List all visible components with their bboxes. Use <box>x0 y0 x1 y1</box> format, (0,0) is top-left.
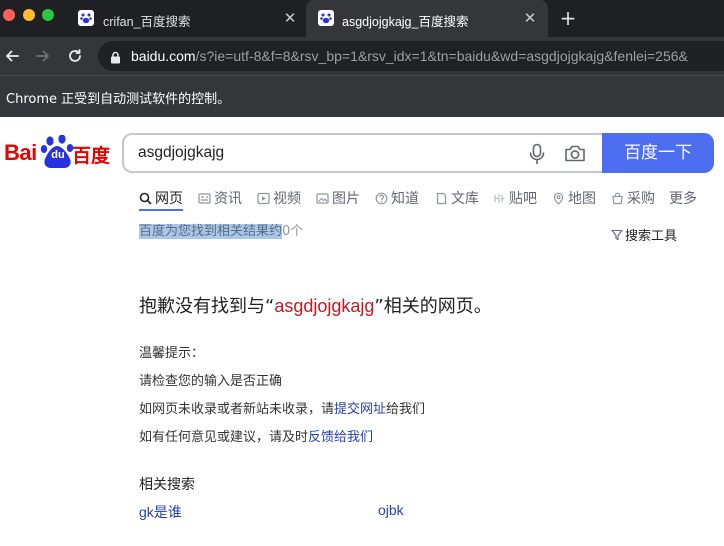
url-path: /s?ie=utf-8&f=8&rsv_bp=1&rsv_idx=1&tn=ba… <box>195 48 688 64</box>
lock-icon[interactable] <box>110 49 121 68</box>
tips-title: 温馨提示： <box>139 346 205 361</box>
tab-title: crifan_百度搜索 <box>103 15 191 29</box>
baidu-favicon-icon <box>318 10 334 26</box>
tab-video[interactable]: 视频 <box>257 185 301 211</box>
tab-label: 采购 <box>627 191 655 207</box>
tab-more[interactable]: 更多 <box>669 185 697 211</box>
tab-label: 知道 <box>391 191 419 207</box>
reload-icon[interactable] <box>63 44 87 68</box>
search-button[interactable]: 百度一下 <box>602 133 714 173</box>
map-icon <box>553 192 564 205</box>
url-host: baidu.com <box>131 48 196 64</box>
result-count-highlighted: 百度为您找到相关结果约 <box>139 224 283 239</box>
video-icon <box>257 192 270 204</box>
baidu-favicon-icon <box>78 10 94 26</box>
logo-baidu-cn-text: 百度 <box>72 145 111 167</box>
browser-toolbar: baidu.com/s?ie=utf-8&f=8&rsv_bp=1&rsv_id… <box>0 37 724 75</box>
news-icon <box>198 192 211 204</box>
related-searches-title: 相关搜索 <box>139 477 195 493</box>
tab-images[interactable]: 图片 <box>316 185 360 211</box>
result-count: 百度为您找到相关结果约0个 <box>139 215 303 249</box>
tab-title: asgdjojgkajg_百度搜索 <box>342 15 469 29</box>
forward-arrow-icon[interactable] <box>31 44 55 68</box>
tab-label: 贴吧 <box>509 191 537 207</box>
tip-line-check-input: 请检查您的输入是否正确 <box>139 374 283 389</box>
result-count-rest: 0个 <box>282 224 304 239</box>
image-icon <box>316 192 329 204</box>
tab-wenku[interactable]: 文库 <box>435 185 479 211</box>
feedback-link[interactable]: 反馈给我们 <box>308 430 373 445</box>
baidu-logo[interactable]: Bai du 百度 <box>4 135 110 171</box>
logo-du-text: du <box>51 149 65 161</box>
tab-map[interactable]: 地图 <box>552 185 596 211</box>
url-text: baidu.com/s?ie=utf-8&f=8&rsv_bp=1&rsv_id… <box>131 48 688 64</box>
search-tools-button[interactable]: 搜索工具 <box>611 225 677 244</box>
active-tab-underline <box>139 209 183 211</box>
no-result-message: 抱歉没有找到与“asgdjojgkajg”相关的网页。 <box>139 292 492 318</box>
no-result-query: asgdjojgkajg <box>274 296 375 316</box>
minimize-window-button[interactable] <box>23 9 35 21</box>
address-bar[interactable]: baidu.com/s?ie=utf-8&f=8&rsv_bp=1&rsv_id… <box>98 41 724 71</box>
related-search-link[interactable]: gk是谁 <box>139 502 182 522</box>
tab-news[interactable]: 资讯 <box>198 185 242 211</box>
tieba-icon <box>494 193 505 203</box>
tab-label: 网页 <box>155 191 183 207</box>
zoom-window-button[interactable] <box>42 9 54 21</box>
tip-line-submit-url: 如网页未收录或者新站未收录，请提交网址给我们 <box>139 398 425 417</box>
new-tab-plus-icon[interactable]: + <box>558 8 578 28</box>
search-input[interactable]: asgdjojgkajg <box>122 133 604 173</box>
microphone-icon[interactable] <box>528 143 546 169</box>
tab-zhidao[interactable]: 知道 <box>375 185 419 211</box>
no-result-suffix: ”相关的网页。 <box>374 296 492 317</box>
tab-strip: crifan_百度搜索 ✕ asgdjojgkajg_百度搜索 ✕ + <box>0 0 724 37</box>
tab-label: 地图 <box>568 191 596 207</box>
tip-text: 给我们 <box>386 402 426 417</box>
tab-label: 视频 <box>273 191 301 207</box>
close-window-button[interactable] <box>3 9 15 21</box>
back-arrow-icon[interactable] <box>0 44 24 68</box>
search-tools-label: 搜索工具 <box>625 229 678 244</box>
camera-icon[interactable] <box>564 143 586 167</box>
search-input-value: asgdjojgkajg <box>138 144 225 161</box>
tip-text: 如网页未收录或者新站未收录，请 <box>139 402 335 417</box>
browser-tab-asgdjojgkajg[interactable]: asgdjojgkajg_百度搜索 ✕ <box>306 0 548 37</box>
related-search-link[interactable]: ojbk <box>378 502 404 518</box>
submit-url-link[interactable]: 提交网址 <box>334 402 386 417</box>
tab-label: 更多 <box>669 191 697 207</box>
browser-tab-crifan[interactable]: crifan_百度搜索 ✕ <box>66 0 306 37</box>
search-icon <box>139 192 152 205</box>
automation-infobar: Chrome 正受到自动测试软件的控制。 <box>0 75 724 117</box>
tab-tieba[interactable]: 贴吧 <box>493 185 537 211</box>
tab-label: 资讯 <box>214 191 242 207</box>
tip-line-feedback: 如有任何意见或建议，请及时反馈给我们 <box>139 426 373 445</box>
tab-web[interactable]: 网页 <box>139 185 183 211</box>
filter-funnel-icon <box>611 229 623 240</box>
tab-close-icon[interactable]: ✕ <box>282 10 298 26</box>
tab-label: 图片 <box>332 191 360 207</box>
shop-icon <box>612 192 623 204</box>
document-icon <box>436 192 447 204</box>
tab-shopping[interactable]: 采购 <box>611 185 655 211</box>
logo-bai-text: Bai <box>4 140 37 165</box>
tab-close-icon[interactable]: ✕ <box>522 10 538 26</box>
baidu-results-page: Bai du 百度 asgdjojgkajg 百度一下 网页 资讯 视频 图片 … <box>0 117 724 546</box>
no-result-prefix: 抱歉没有找到与“ <box>139 296 275 317</box>
infobar-text: Chrome 正受到自动测试软件的控制。 <box>6 92 231 107</box>
tip-text: 如有任何意见或建议，请及时 <box>139 430 309 445</box>
tab-label: 文库 <box>451 191 479 207</box>
question-icon <box>375 192 388 204</box>
